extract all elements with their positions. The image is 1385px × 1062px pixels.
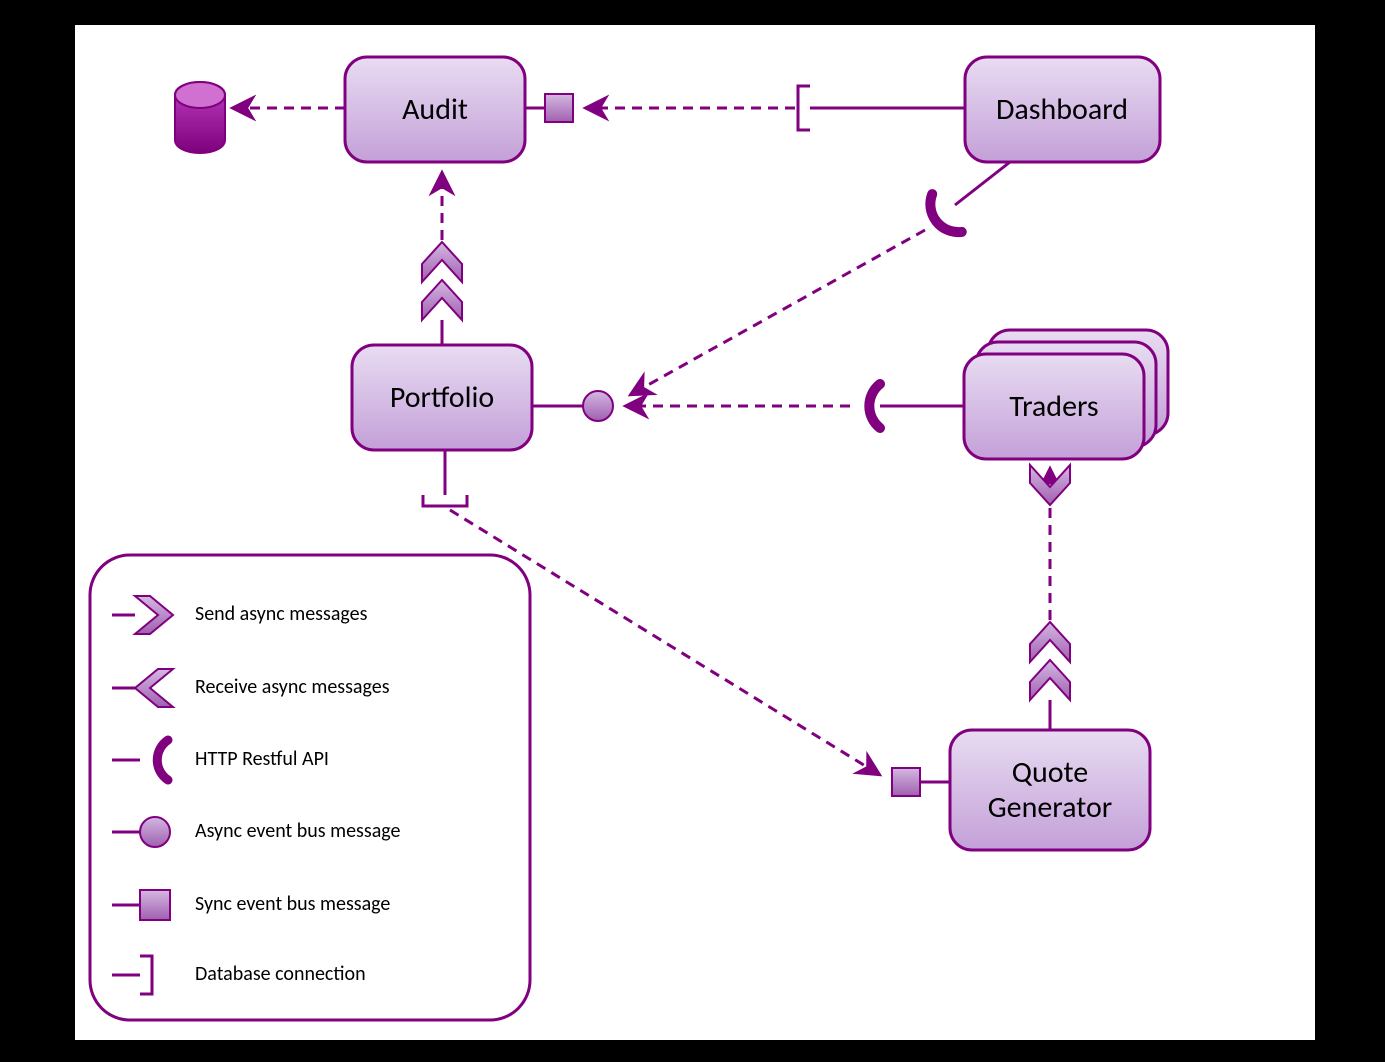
page-background bbox=[75, 25, 1315, 1040]
svg-text:Async event bus message: Async event bus message bbox=[195, 819, 401, 843]
svg-text:Database connection: Database connection bbox=[195, 962, 366, 986]
portfolio-node: Portfolio bbox=[352, 345, 532, 450]
quote-generator-label-2: Generator bbox=[988, 789, 1113, 826]
svg-text:Sync event bus message: Sync event bus message bbox=[195, 892, 390, 916]
audit-node: Audit bbox=[345, 57, 525, 162]
database-node bbox=[175, 82, 225, 153]
quote-generator-label-1: Quote bbox=[1012, 754, 1088, 791]
dashboard-node: Dashboard bbox=[965, 57, 1160, 162]
async-port-portfolio bbox=[583, 391, 613, 421]
svg-text:Send async messages: Send async messages bbox=[195, 602, 368, 626]
svg-text:Receive async messages: Receive async messages bbox=[195, 675, 390, 699]
legend-sync: Sync event bus message bbox=[112, 890, 390, 920]
sync-port-audit bbox=[545, 94, 573, 122]
svg-text:HTTP Restful API: HTTP Restful API bbox=[195, 747, 329, 771]
traders-label: Traders bbox=[1009, 388, 1098, 425]
traders-node: Traders bbox=[964, 330, 1168, 459]
portfolio-label: Portfolio bbox=[390, 379, 494, 416]
quote-generator-node: Quote Generator bbox=[950, 730, 1150, 850]
sync-port-qg bbox=[892, 768, 920, 796]
audit-label: Audit bbox=[402, 91, 468, 128]
dashboard-label: Dashboard bbox=[996, 91, 1128, 128]
legend-async: Async event bus message bbox=[112, 817, 401, 847]
